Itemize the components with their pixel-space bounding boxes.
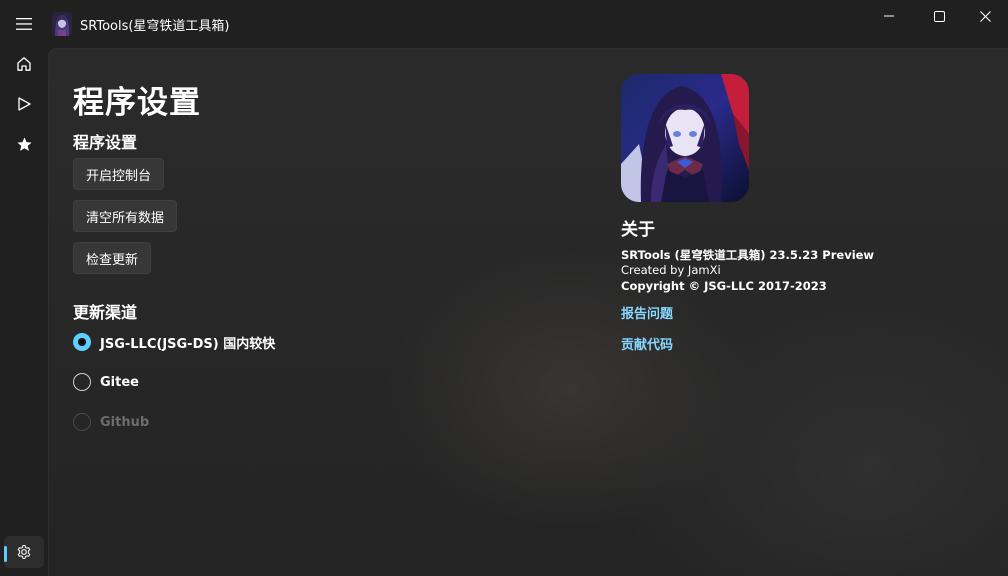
copyright-text: Copyright © JSG-LLC 2017-2023 [621, 279, 827, 293]
clear-data-button[interactable]: 清空所有数据 [73, 200, 178, 232]
radio-label: Github [100, 414, 150, 430]
section-title-channel: 更新渠道 [73, 303, 138, 322]
page-title: 程序设置 [73, 85, 201, 121]
hamburger-icon [16, 18, 32, 30]
star-icon [16, 136, 32, 151]
app-logo [52, 12, 72, 36]
navigation-rail [0, 48, 48, 576]
about-heading: 关于 [621, 220, 655, 240]
report-issue-link[interactable]: 报告问题 [621, 303, 673, 322]
about-character-image [621, 74, 749, 202]
channel-radio-github: Github [73, 410, 149, 434]
minimize-icon [884, 15, 894, 17]
settings-page: 程序设置 程序设置 开启控制台 清空所有数据 检查更新 更新渠道 JSG-LLC… [48, 48, 1008, 576]
radio-unchecked-indicator [73, 373, 91, 391]
contribute-code-link[interactable]: 贡献代码 [621, 334, 673, 353]
nav-item-home[interactable] [4, 48, 44, 80]
hamburger-menu-button[interactable] [8, 8, 40, 40]
maximize-button[interactable] [916, 0, 962, 32]
open-console-button[interactable]: 开启控制台 [73, 158, 165, 190]
gear-icon [17, 545, 31, 559]
home-icon [17, 57, 31, 71]
radio-label: JSG-LLC(JSG-DS) 国内较快 [100, 336, 276, 352]
channel-radio-jsg[interactable]: JSG-LLC(JSG-DS) 国内较快 [73, 330, 275, 354]
window-title: SRTools(星穹铁道工具箱) [80, 19, 230, 34]
radio-checked-indicator [73, 333, 91, 351]
radio-label: Gitee [100, 374, 139, 390]
section-title-program: 程序设置 [73, 133, 138, 152]
close-button[interactable] [962, 0, 1008, 32]
play-icon [18, 97, 31, 111]
nav-item-favorites[interactable] [4, 128, 44, 160]
nav-item-settings[interactable] [4, 536, 44, 568]
close-icon [979, 10, 991, 22]
maximize-icon [933, 10, 945, 22]
check-update-button[interactable]: 检查更新 [73, 242, 152, 274]
selection-indicator [4, 546, 7, 562]
author-text: Created by JamXi [621, 263, 721, 277]
minimize-button[interactable] [866, 0, 912, 32]
version-text: SRTools (星穹铁道工具箱) 23.5.23 Preview [621, 248, 875, 262]
channel-radio-gitee[interactable]: Gitee [73, 370, 139, 394]
nav-item-play[interactable] [4, 88, 44, 120]
title-bar: SRTools(星穹铁道工具箱) [0, 0, 1008, 48]
radio-disabled-indicator [73, 413, 91, 431]
